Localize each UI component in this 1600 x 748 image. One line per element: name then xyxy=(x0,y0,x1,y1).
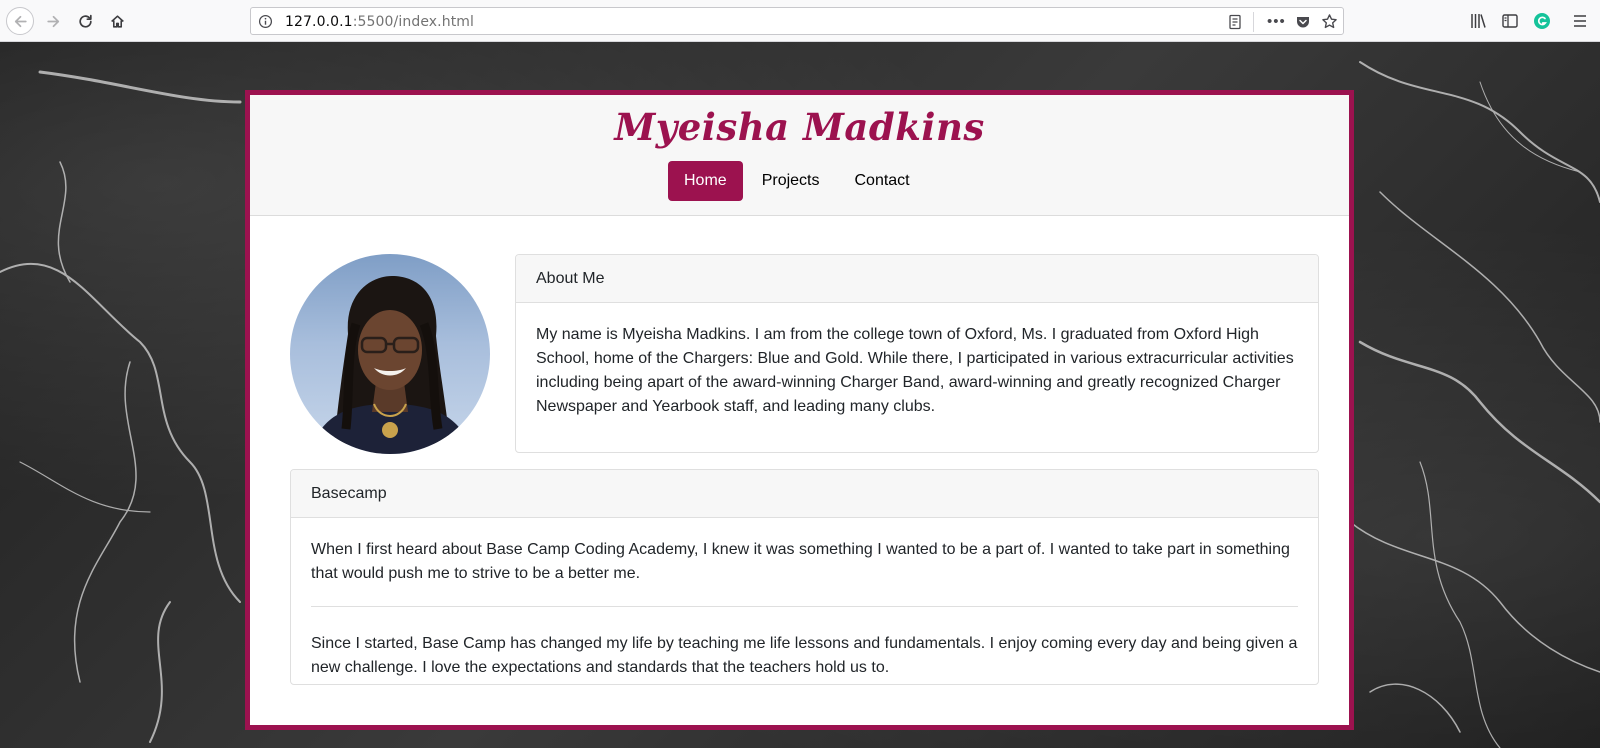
about-me-heading: About Me xyxy=(516,255,1318,303)
home-icon xyxy=(110,14,124,28)
url-text[interactable]: 127.0.0.1:5500/index.html xyxy=(285,14,474,30)
main-nav: Home Projects Contact xyxy=(668,161,929,201)
basecamp-paragraph: When I first heard about Base Camp Codin… xyxy=(311,541,1290,582)
page-actions-icon[interactable]: ••• xyxy=(1267,13,1286,30)
browser-toolbar: 127.0.0.1:5500/index.html ••• xyxy=(0,0,1600,42)
url-path: :5500/index.html xyxy=(352,14,475,30)
basecamp-body: When I first heard about Base Camp Codin… xyxy=(291,518,1318,680)
sidebar-icon[interactable] xyxy=(1500,11,1520,31)
reload-button[interactable] xyxy=(72,8,98,34)
url-divider xyxy=(1253,12,1254,32)
forward-button[interactable] xyxy=(40,8,66,34)
pocket-icon[interactable] xyxy=(1295,14,1311,30)
basecamp-heading: Basecamp xyxy=(291,470,1318,518)
info-icon[interactable] xyxy=(258,14,273,29)
page-background: Myeisha Madkins Home Projects Contact Ab… xyxy=(0,42,1600,748)
reader-view-icon[interactable] xyxy=(1227,14,1243,30)
about-me-card: About Me My name is Myeisha Madkins. I a… xyxy=(515,254,1319,453)
library-icon[interactable] xyxy=(1468,11,1488,31)
bookmark-star-icon[interactable] xyxy=(1321,13,1338,30)
content-frame: Myeisha Madkins Home Projects Contact Ab… xyxy=(245,90,1354,730)
home-button[interactable] xyxy=(104,8,130,34)
reload-icon xyxy=(78,14,92,28)
arrow-left-icon xyxy=(14,15,27,27)
site-title: Myeisha Madkins xyxy=(614,105,985,149)
basecamp-card: Basecamp When I first heard about Base C… xyxy=(290,469,1319,685)
site-header: Myeisha Madkins Home Projects Contact xyxy=(250,95,1349,216)
url-host: 127.0.0.1 xyxy=(285,14,353,30)
nav-projects[interactable]: Projects xyxy=(746,161,836,201)
url-bar[interactable]: 127.0.0.1:5500/index.html ••• xyxy=(250,7,1344,35)
arrow-right-icon xyxy=(46,15,59,27)
hamburger-menu-icon[interactable] xyxy=(1570,11,1590,31)
back-button[interactable] xyxy=(6,7,34,35)
basecamp-paragraph: Since I started, Base Camp has changed m… xyxy=(311,606,1298,680)
profile-photo xyxy=(290,254,490,454)
nav-contact[interactable]: Contact xyxy=(838,161,925,201)
profile-portrait-image xyxy=(310,276,472,454)
about-me-text: My name is Myeisha Madkins. I am from th… xyxy=(536,326,1294,415)
grammarly-icon[interactable] xyxy=(1532,11,1552,31)
nav-home[interactable]: Home xyxy=(668,161,743,201)
about-me-body: My name is Myeisha Madkins. I am from th… xyxy=(516,303,1318,419)
